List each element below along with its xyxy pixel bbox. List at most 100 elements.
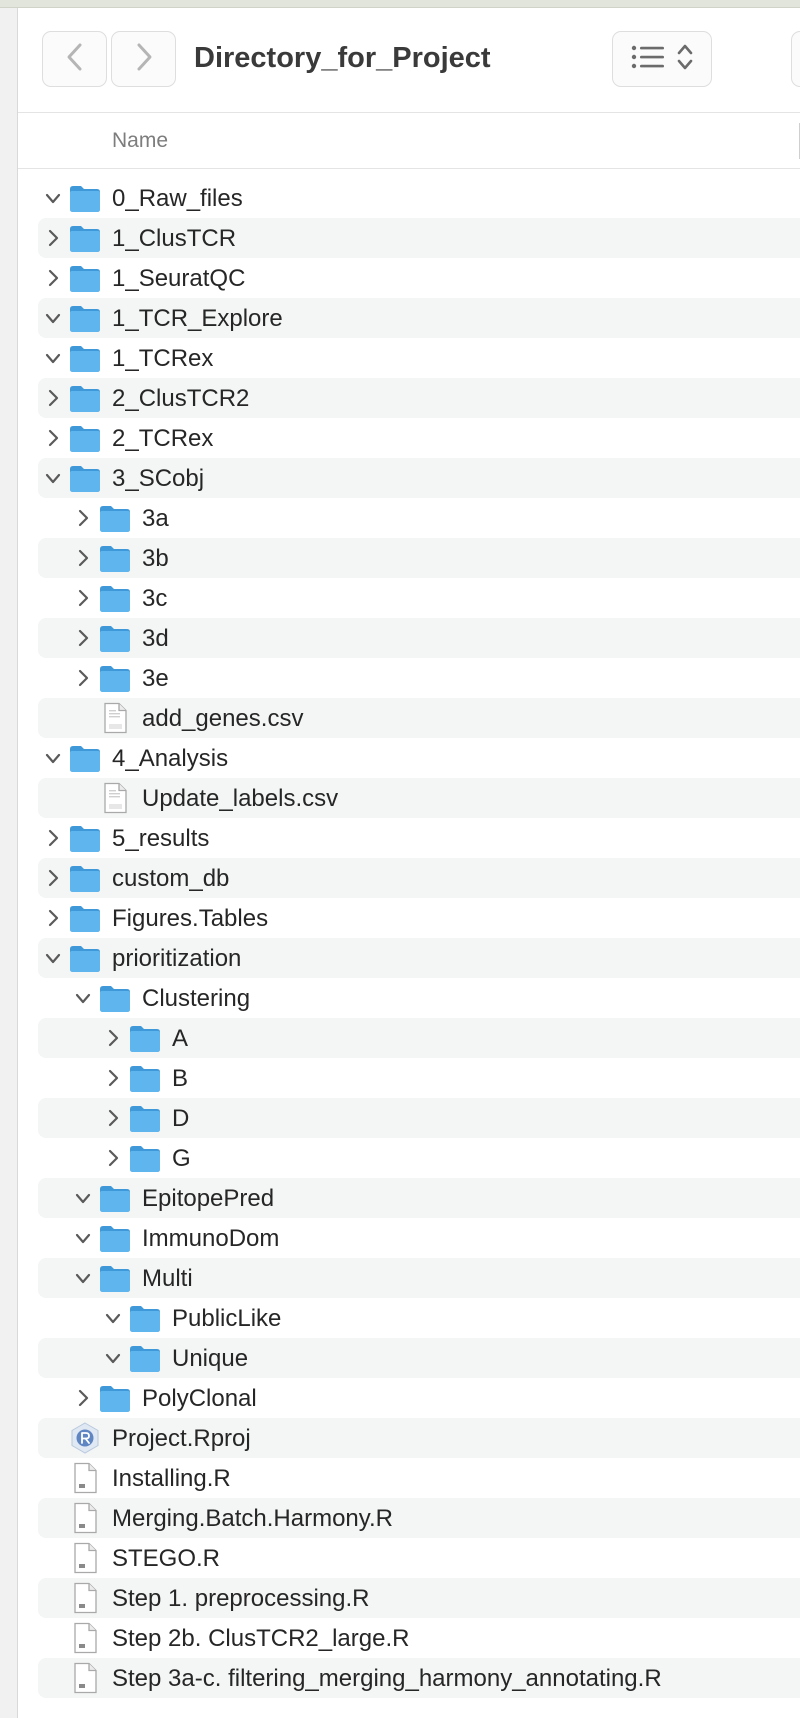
item-label: PublicLike: [172, 1305, 282, 1332]
folder-icon: [68, 182, 102, 214]
chevron-right-icon[interactable]: [104, 1108, 122, 1128]
chevron-right-icon[interactable]: [44, 908, 62, 928]
folder-row[interactable]: EpitopePred: [38, 1178, 800, 1218]
item-label: Clustering: [142, 985, 251, 1012]
chevron-down-icon[interactable]: [74, 1228, 92, 1248]
folder-icon: [98, 582, 132, 614]
r-script-file-icon: [68, 1462, 102, 1494]
folder-row[interactable]: ImmunoDom: [38, 1218, 800, 1258]
file-row[interactable]: STEGO.R: [38, 1538, 800, 1578]
r-script-file-icon: [68, 1662, 102, 1694]
file-row[interactable]: add_genes.csv: [38, 698, 800, 738]
chevron-right-icon[interactable]: [44, 868, 62, 888]
folder-icon: [68, 342, 102, 374]
chevron-right-icon[interactable]: [44, 228, 62, 248]
folder-icon: [68, 382, 102, 414]
back-button[interactable]: [42, 31, 107, 87]
folder-row[interactable]: 0_Raw_files: [38, 178, 800, 218]
folder-row[interactable]: 3d: [38, 618, 800, 658]
chevron-down-icon[interactable]: [74, 1188, 92, 1208]
chevron-right-icon[interactable]: [74, 628, 92, 648]
chevron-right-icon[interactable]: [74, 508, 92, 528]
file-row[interactable]: Step 3a-c. filtering_merging_harmony_ann…: [38, 1658, 800, 1698]
item-label: 3e: [142, 665, 169, 692]
item-label: EpitopePred: [142, 1185, 275, 1212]
chevron-down-icon[interactable]: [44, 748, 62, 768]
toolbar-overflow-button[interactable]: [791, 31, 800, 87]
folder-row[interactable]: 2_ClusTCR2: [38, 378, 800, 418]
chevron-right-icon[interactable]: [104, 1028, 122, 1048]
chevron-right-icon[interactable]: [74, 1388, 92, 1408]
chevron-right-icon[interactable]: [74, 668, 92, 688]
folder-row[interactable]: D: [38, 1098, 800, 1138]
folder-row[interactable]: 3b: [38, 538, 800, 578]
folder-row[interactable]: 5_results: [38, 818, 800, 858]
item-label: Merging.Batch.Harmony.R: [112, 1505, 393, 1532]
chevron-right-icon[interactable]: [44, 268, 62, 288]
chevron-down-icon[interactable]: [74, 1268, 92, 1288]
file-row[interactable]: Installing.R: [38, 1458, 800, 1498]
folder-row[interactable]: 3c: [38, 578, 800, 618]
item-label: 1_TCRex: [112, 345, 214, 372]
folder-row[interactable]: B: [38, 1058, 800, 1098]
chevron-right-icon[interactable]: [104, 1068, 122, 1088]
file-row[interactable]: Update_labels.csv: [38, 778, 800, 818]
chevron-down-icon[interactable]: [74, 988, 92, 1008]
folder-row[interactable]: 4_Analysis: [38, 738, 800, 778]
view-options-button[interactable]: [612, 31, 712, 87]
window-top-strip: [0, 0, 800, 8]
folder-row[interactable]: 1_ClusTCR: [38, 218, 800, 258]
chevron-down-icon[interactable]: [44, 188, 62, 208]
item-label: Figures.Tables: [112, 905, 269, 932]
chevron-right-icon[interactable]: [104, 1148, 122, 1168]
file-row[interactable]: Step 2b. ClusTCR2_large.R: [38, 1618, 800, 1658]
forward-button[interactable]: [111, 31, 176, 87]
folder-row[interactable]: 3_SCobj: [38, 458, 800, 498]
folder-row[interactable]: prioritization: [38, 938, 800, 978]
file-row[interactable]: Project.Rproj: [38, 1418, 800, 1458]
folder-row[interactable]: A: [38, 1018, 800, 1058]
window-title: Directory_for_Project: [194, 42, 491, 74]
folder-row[interactable]: G: [38, 1138, 800, 1178]
folder-icon: [98, 1182, 132, 1214]
chevron-right-icon[interactable]: [74, 588, 92, 608]
chevron-down-icon[interactable]: [104, 1348, 122, 1368]
folder-row[interactable]: Multi: [38, 1258, 800, 1298]
folder-row[interactable]: 2_TCRex: [38, 418, 800, 458]
item-label: 2_TCRex: [112, 425, 214, 452]
item-label: 3_SCobj: [112, 465, 205, 492]
folder-row[interactable]: 3a: [38, 498, 800, 538]
file-row[interactable]: Step 1. preprocessing.R: [38, 1578, 800, 1618]
folder-row[interactable]: PublicLike: [38, 1298, 800, 1338]
chevron-right-icon[interactable]: [74, 548, 92, 568]
item-label: STEGO.R: [112, 1545, 221, 1572]
chevron-right-icon[interactable]: [44, 428, 62, 448]
chevron-right-icon[interactable]: [44, 828, 62, 848]
name-column-header[interactable]: Name: [112, 129, 168, 153]
chevron-down-icon[interactable]: [44, 308, 62, 328]
folder-row[interactable]: Unique: [38, 1338, 800, 1378]
folder-row[interactable]: 3e: [38, 658, 800, 698]
folder-icon: [98, 1382, 132, 1414]
folder-icon: [68, 942, 102, 974]
chevron-down-icon[interactable]: [104, 1308, 122, 1328]
folder-icon: [98, 982, 132, 1014]
item-label: PolyClonal: [142, 1385, 257, 1412]
folder-icon: [98, 1222, 132, 1254]
folder-row[interactable]: 1_TCR_Explore: [38, 298, 800, 338]
file-row[interactable]: Merging.Batch.Harmony.R: [38, 1498, 800, 1538]
toolbar: Directory_for_Project: [18, 8, 800, 112]
folder-row[interactable]: 1_TCRex: [38, 338, 800, 378]
chevron-right-icon[interactable]: [44, 388, 62, 408]
folder-row[interactable]: custom_db: [38, 858, 800, 898]
item-label: 1_TCR_Explore: [112, 305, 283, 332]
r-script-file-icon: [68, 1502, 102, 1534]
folder-row[interactable]: Figures.Tables: [38, 898, 800, 938]
folder-row[interactable]: Clustering: [38, 978, 800, 1018]
chevron-down-icon[interactable]: [44, 348, 62, 368]
folder-row[interactable]: PolyClonal: [38, 1378, 800, 1418]
chevron-down-icon[interactable]: [44, 948, 62, 968]
chevron-down-icon[interactable]: [44, 468, 62, 488]
folder-row[interactable]: 1_SeuratQC: [38, 258, 800, 298]
item-label: D: [172, 1105, 190, 1132]
